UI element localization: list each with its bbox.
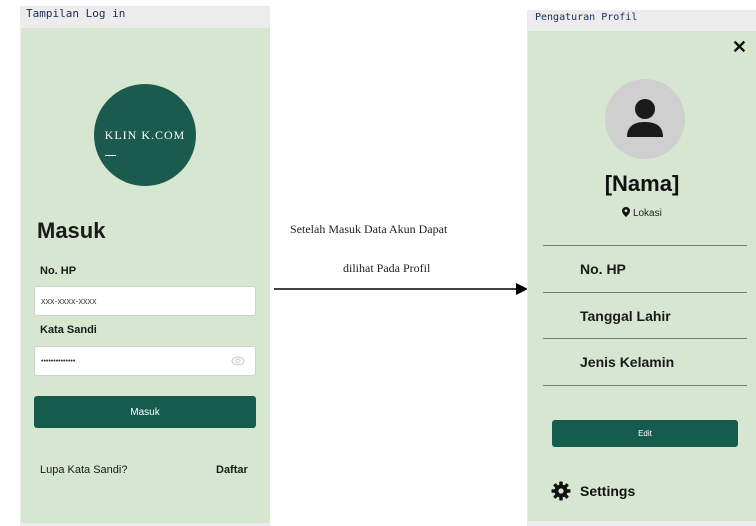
register-link[interactable]: Daftar: [216, 464, 248, 476]
profile-screen: ✕ [Nama] Lokasi No. HP Tanggal Lahir Jen…: [528, 31, 756, 521]
logo-underline: [105, 155, 116, 156]
forgot-password-link[interactable]: Lupa Kata Sandi?: [40, 464, 127, 476]
eye-icon[interactable]: [231, 356, 245, 366]
avatar[interactable]: [605, 79, 685, 159]
phone-label: No. HP: [40, 265, 77, 277]
caption-line-1: Setelah Masuk Data Akun Dapat: [290, 222, 448, 236]
location-pin-icon: [622, 207, 631, 217]
divider: [543, 385, 747, 386]
password-label: Kata Sandi: [40, 324, 97, 336]
close-icon[interactable]: ✕: [732, 37, 747, 58]
divider: [543, 338, 747, 339]
phone-placeholder: xxx-xxxx-xxxx: [41, 296, 97, 306]
klinik-logo: KLIN K.COM: [94, 84, 196, 186]
phone-input[interactable]: xxx-xxxx-xxxx: [34, 286, 256, 316]
settings-label: Settings: [580, 483, 636, 499]
profile-frame-title: Pengaturan Profil: [535, 12, 638, 23]
profile-name: [Nama]: [604, 171, 680, 196]
location: Lokasi: [528, 207, 756, 219]
password-input[interactable]: ••••••••••••••: [34, 346, 256, 376]
divider: [543, 245, 747, 246]
profile-item-gender[interactable]: Jenis Kelamin: [580, 354, 674, 370]
gear-icon: [551, 481, 571, 501]
logo-text: KLIN K.COM: [104, 128, 186, 142]
location-text: Lokasi: [632, 208, 662, 219]
password-value: ••••••••••••••: [41, 357, 76, 365]
user-icon: [627, 99, 663, 137]
profile-item-phone[interactable]: No. HP: [580, 261, 626, 277]
settings-row[interactable]: Settings: [551, 481, 635, 501]
divider: [543, 292, 747, 293]
caption-line-2: dilihat Pada Profil: [343, 261, 431, 275]
edit-button[interactable]: Edit: [552, 420, 738, 447]
login-screen: KLIN K.COM Masuk No. HP xxx-xxxx-xxxx Ka…: [21, 28, 270, 523]
profile-item-birthdate[interactable]: Tanggal Lahir: [580, 308, 671, 324]
login-button[interactable]: Masuk: [34, 396, 256, 428]
login-frame-title: Tampilan Log in: [26, 7, 126, 20]
transition-arrow: [274, 283, 528, 295]
login-heading: Masuk: [37, 218, 106, 243]
